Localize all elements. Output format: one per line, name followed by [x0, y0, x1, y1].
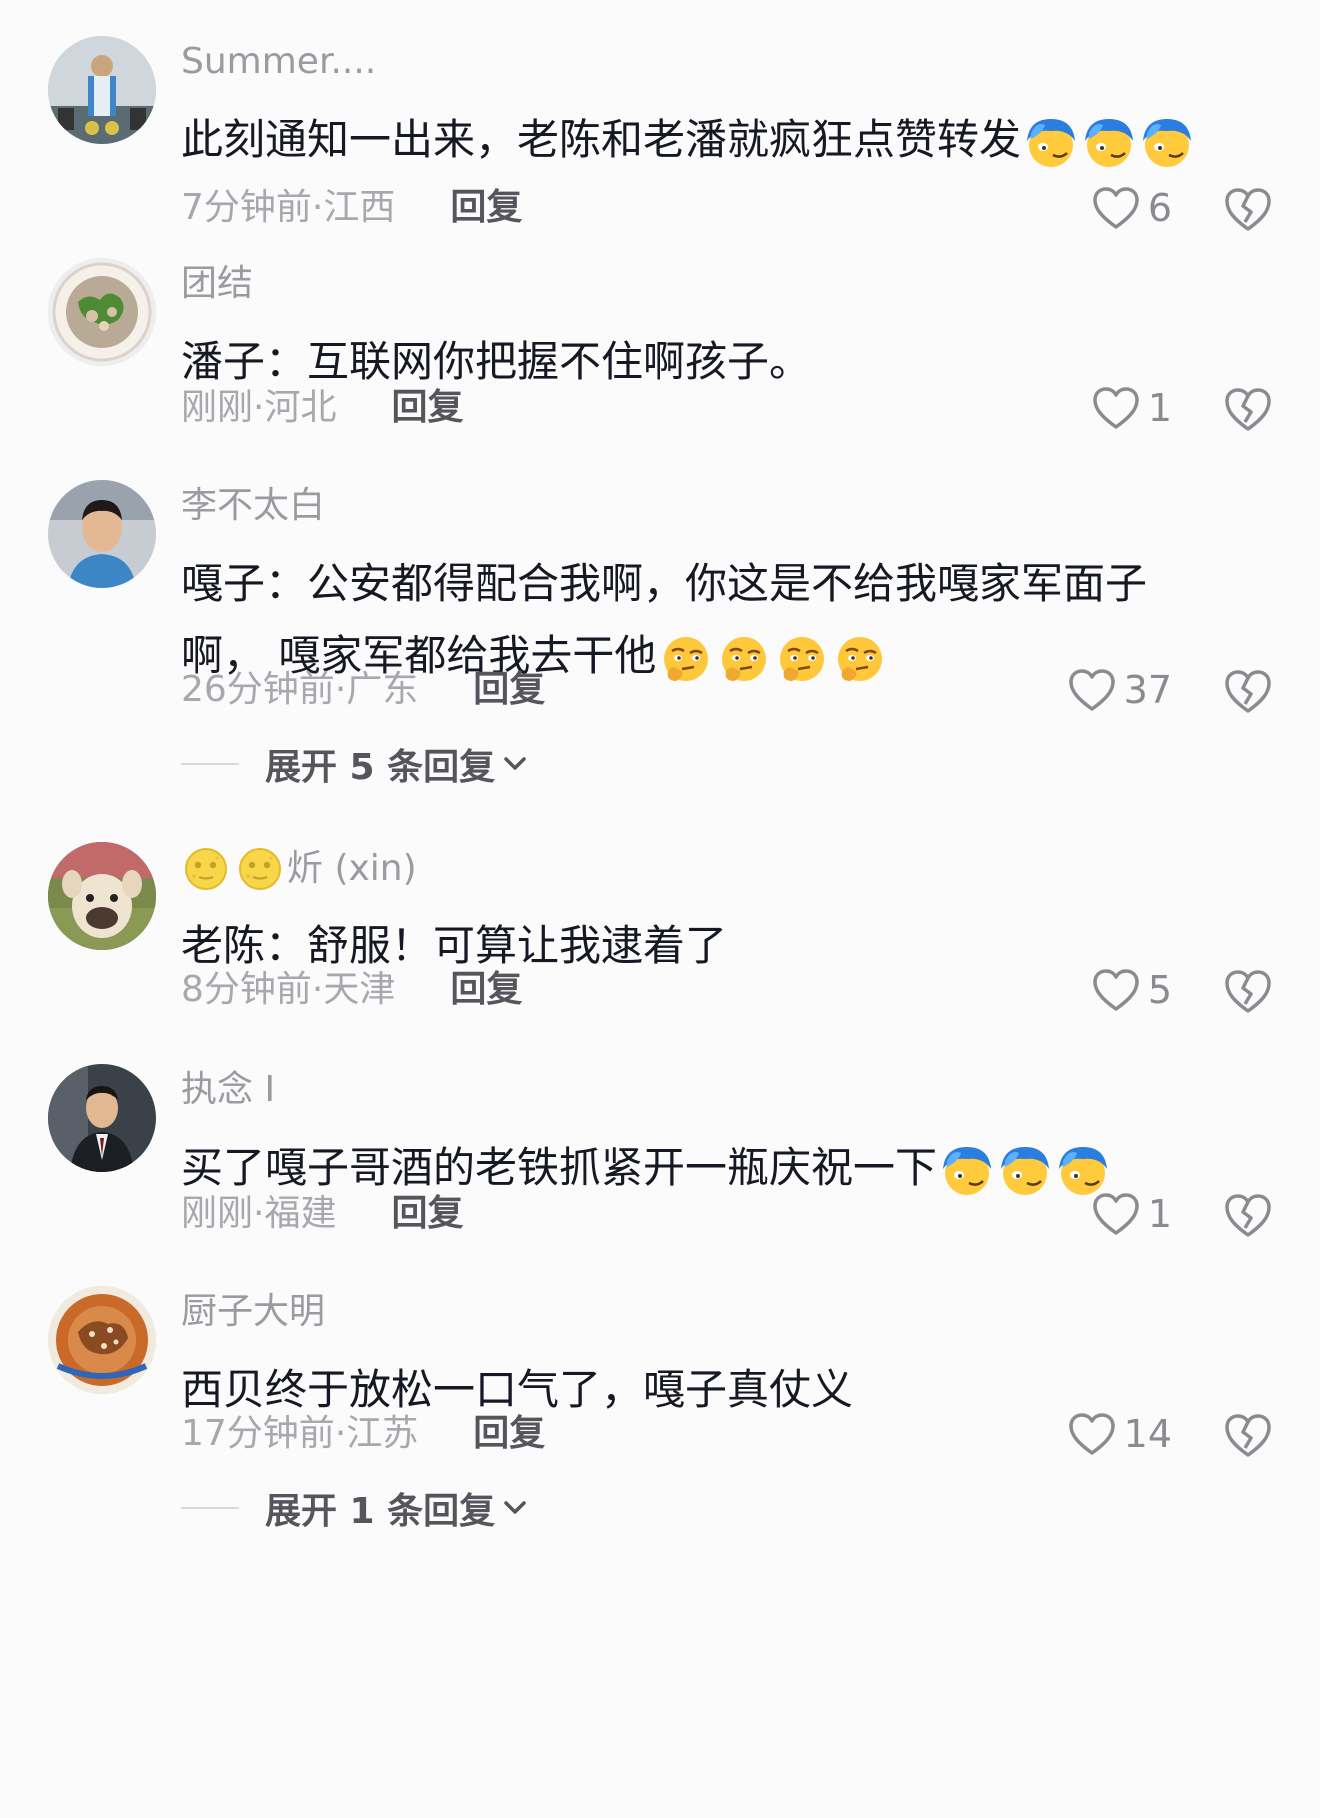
- like-count: 5: [1147, 968, 1172, 1012]
- comment-location: 江苏: [346, 1413, 419, 1454]
- comment-meta: 8分钟前 · 天津 回复: [181, 968, 523, 1012]
- reply-button[interactable]: 回复: [473, 668, 545, 712]
- comment-time: 刚刚: [181, 387, 254, 428]
- thinking-emoji: [774, 631, 830, 687]
- like-button[interactable]: 5: [1092, 968, 1172, 1012]
- divider: [181, 1507, 239, 1509]
- emoji-group: [937, 1143, 1111, 1195]
- heart-outline-icon: [1068, 669, 1115, 711]
- heart-outline-icon: [1093, 969, 1139, 1011]
- broken-heart-icon[interactable]: [1224, 968, 1272, 1014]
- comment-text-content: 买了嘎子哥酒的老铁抓紧开一瓶庆祝一下: [181, 1143, 938, 1192]
- smirk-emoji: [1139, 115, 1195, 171]
- moon-face-emoji: [183, 846, 229, 892]
- like-count: 14: [1123, 1412, 1172, 1456]
- like-button[interactable]: 6: [1092, 186, 1172, 230]
- thinking-emoji: [658, 631, 714, 687]
- comment-text: 此刻通知一出来，老陈和老潘就疯狂点赞转发: [181, 104, 1221, 176]
- comment-location: 福建: [264, 1193, 337, 1234]
- expand-replies-button[interactable]: 展开 1 条回复: [181, 1482, 529, 1534]
- smirk-emoji: [1055, 1143, 1111, 1199]
- comment-time: 17分钟前: [181, 1413, 335, 1454]
- emoji-group: [1021, 115, 1195, 167]
- expand-replies-label: 展开 1 条回复: [265, 1491, 496, 1532]
- heart-outline-icon: [1068, 1413, 1115, 1455]
- broken-heart-icon[interactable]: [1224, 668, 1272, 714]
- smirk-emoji: [997, 1143, 1053, 1199]
- avatar[interactable]: [48, 36, 156, 144]
- expand-replies-button[interactable]: 展开 5 条回复: [181, 738, 529, 790]
- comment-time: 26分钟前: [181, 669, 335, 710]
- comment-time: 7分钟前: [181, 187, 312, 228]
- broken-heart-icon[interactable]: [1224, 386, 1272, 432]
- comment-location: 江西: [323, 187, 396, 228]
- avatar[interactable]: [48, 1286, 156, 1394]
- chevron-down-icon: [504, 1501, 526, 1514]
- smirk-emoji: [939, 1143, 995, 1199]
- comment-author[interactable]: Summer....: [181, 40, 376, 84]
- reply-button[interactable]: 回复: [450, 968, 522, 1012]
- comment-location: 河北: [264, 387, 337, 428]
- avatar[interactable]: [48, 258, 156, 366]
- reply-button[interactable]: 回复: [391, 386, 463, 430]
- comment-location: 天津: [323, 969, 396, 1010]
- author-name: 炘 (xin): [287, 848, 417, 889]
- comment-time: 8分钟前: [181, 969, 312, 1010]
- like-count: 6: [1147, 186, 1172, 230]
- smirk-emoji: [1081, 115, 1137, 171]
- comment-author[interactable]: 执念 I: [181, 1068, 275, 1112]
- reply-button[interactable]: 回复: [391, 1192, 463, 1236]
- divider: [181, 763, 239, 765]
- like-count: 37: [1123, 668, 1172, 712]
- comment-author[interactable]: 团结: [181, 262, 253, 306]
- moon-face-emoji: [237, 846, 283, 892]
- reply-button[interactable]: 回复: [473, 1412, 545, 1456]
- comment-author[interactable]: 李不太白: [181, 484, 325, 528]
- like-count: 1: [1147, 386, 1172, 430]
- thinking-emoji: [716, 631, 772, 687]
- like-count: 1: [1147, 1192, 1172, 1236]
- chevron-down-icon: [504, 757, 526, 770]
- smirk-emoji: [1023, 115, 1079, 171]
- emoji-group: [656, 631, 888, 681]
- comment-time: 刚刚: [181, 1193, 254, 1234]
- comment-list: Summer.... 此刻通知一出来，老陈和老潘就疯狂点赞转发 7分钟前 · 江…: [0, 0, 1320, 1818]
- expand-replies-label: 展开 5 条回复: [265, 747, 496, 788]
- like-button[interactable]: 37: [1068, 668, 1172, 712]
- avatar[interactable]: [48, 1064, 156, 1172]
- comment-meta: 26分钟前 · 广东 回复: [181, 668, 546, 712]
- thinking-emoji: [832, 631, 888, 687]
- avatar[interactable]: [48, 842, 156, 950]
- like-button[interactable]: 1: [1092, 1192, 1172, 1236]
- reply-button[interactable]: 回复: [450, 186, 522, 230]
- comment-author[interactable]: 厨子大明: [181, 1290, 325, 1334]
- avatar[interactable]: [48, 480, 156, 588]
- comment-meta: 刚刚 · 福建 回复: [181, 1192, 464, 1236]
- heart-outline-icon: [1093, 387, 1139, 429]
- like-button[interactable]: 14: [1068, 1412, 1172, 1456]
- like-button[interactable]: 1: [1092, 386, 1172, 430]
- comment-location: 广东: [346, 669, 419, 710]
- broken-heart-icon[interactable]: [1224, 1412, 1272, 1458]
- heart-outline-icon: [1093, 1193, 1139, 1235]
- comment-meta: 17分钟前 · 江苏 回复: [181, 1412, 546, 1456]
- comment-meta: 7分钟前 · 江西 回复: [181, 186, 523, 230]
- broken-heart-icon[interactable]: [1224, 186, 1272, 232]
- broken-heart-icon[interactable]: [1224, 1192, 1272, 1238]
- comment-text-content: 此刻通知一出来，老陈和老潘就疯狂点赞转发: [181, 115, 1022, 164]
- comment-author[interactable]: 炘 (xin): [181, 846, 417, 892]
- heart-outline-icon: [1093, 187, 1139, 229]
- comment-meta: 刚刚 · 河北 回复: [181, 386, 464, 430]
